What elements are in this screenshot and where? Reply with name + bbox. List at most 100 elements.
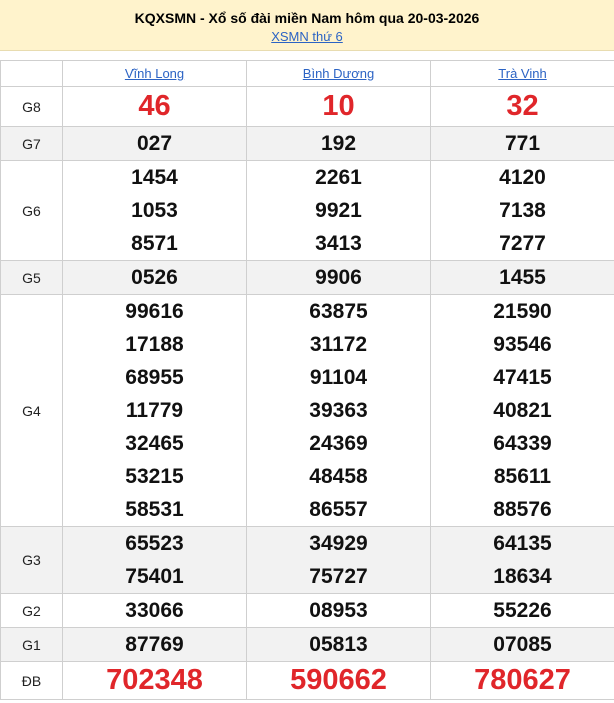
prize-label: ĐB: [0, 661, 63, 700]
province-link-tra-vinh[interactable]: Trà Vinh: [498, 66, 546, 81]
prize-number: 34929: [309, 532, 368, 555]
prize-label: G6: [0, 160, 63, 261]
prize-cell: 771: [430, 126, 614, 161]
prize-number: 53215: [125, 465, 184, 488]
prize-row-g8: G8 46 10 32: [0, 86, 614, 127]
prize-label: G7: [0, 126, 63, 161]
prize-number: 32465: [125, 432, 184, 455]
prize-cell: 63875 31172 91104 39363 24369 48458 86557: [246, 294, 431, 527]
prize-row-g2: G2 33066 08953 55226: [0, 593, 614, 628]
prize-cell: 87769: [62, 627, 247, 662]
prize-cell: 99616 17188 68955 11779 32465 53215 58531: [62, 294, 247, 527]
prize-cell: 1454 1053 8571: [62, 160, 247, 261]
prize-number: 55226: [493, 599, 552, 622]
prize-number: 05813: [309, 633, 368, 656]
prize-number: 87769: [125, 633, 184, 656]
prize-cell: 192: [246, 126, 431, 161]
prize-number: 0526: [131, 266, 178, 289]
prize-cell: 9906: [246, 260, 431, 295]
prize-number: 91104: [309, 366, 368, 389]
prize-number: 48458: [309, 465, 368, 488]
prize-number: 07085: [493, 633, 552, 656]
prize-cell: 702348: [62, 661, 247, 700]
prize-number: 7138: [499, 199, 546, 222]
prize-cell: 10: [246, 86, 431, 127]
prize-number: 75727: [309, 565, 368, 588]
prize-cell: 65523 75401: [62, 526, 247, 594]
province-header-binh-duong: Bình Dương: [246, 60, 431, 87]
prize-number: 31172: [309, 333, 368, 356]
corner-cell: [0, 60, 63, 87]
prize-number: 780627: [474, 664, 571, 696]
prize-number: 18634: [493, 565, 552, 588]
prize-row-db: ĐB 702348 590662 780627: [0, 661, 614, 700]
prize-number: 63875: [309, 300, 368, 323]
prize-number: 702348: [106, 664, 203, 696]
prize-row-g7: G7 027 192 771: [0, 126, 614, 161]
results-header: KQXSMN - Xổ số đài miền Nam hôm qua 20-0…: [0, 0, 614, 51]
prize-cell: 46: [62, 86, 247, 127]
province-header-tra-vinh: Trà Vinh: [430, 60, 614, 87]
prize-number: 8571: [131, 232, 178, 255]
prize-number: 65523: [125, 532, 184, 555]
prize-number: 93546: [493, 333, 552, 356]
prize-cell: 4120 7138 7277: [430, 160, 614, 261]
prize-row-g4: G4 99616 17188 68955 11779 32465 53215 58531 638…: [0, 294, 614, 527]
prize-number: 192: [320, 132, 357, 155]
prize-row-g3: G3 65523 75401 34929 75727 64135 18634: [0, 526, 614, 594]
prize-number: 75401: [125, 565, 184, 588]
prize-cell: 1455: [430, 260, 614, 295]
prize-number: 7277: [499, 232, 546, 255]
prize-number: 1454: [131, 166, 178, 189]
prize-number: 21590: [493, 300, 552, 323]
prize-number: 3413: [315, 232, 362, 255]
page-title: KQXSMN - Xổ số đài miền Nam hôm qua 20-0…: [134, 10, 480, 26]
prize-cell: 64135 18634: [430, 526, 614, 594]
prize-cell: 21590 93546 47415 40821 64339 85611 88576: [430, 294, 614, 527]
prize-number: 1053: [131, 199, 178, 222]
prize-number: 47415: [493, 366, 552, 389]
prize-number: 32: [506, 90, 539, 122]
prize-label: G4: [0, 294, 63, 527]
prize-rows: G8 46 10 32 G7 027 192 771 G6 1454 1053 8571 2261 992…: [0, 86, 614, 700]
province-link-binh-duong[interactable]: Bình Dương: [303, 66, 374, 81]
prize-number: 08953: [309, 599, 368, 622]
prize-row-g6: G6 1454 1053 8571 2261 9921 3413 4120 7138 7277: [0, 160, 614, 261]
lottery-results-table: Vĩnh Long Bình Dương Trà Vinh G8 46 10 32 G7…: [0, 60, 614, 700]
prize-label: G5: [0, 260, 63, 295]
prize-number: 027: [136, 132, 173, 155]
prize-number: 33066: [125, 599, 184, 622]
prize-number: 64135: [493, 532, 552, 555]
province-header-vinh-long: Vĩnh Long: [62, 60, 247, 87]
prize-number: 1455: [499, 266, 546, 289]
prize-number: 9906: [315, 266, 362, 289]
prize-row-g5: G5 0526 9906 1455: [0, 260, 614, 295]
prize-cell: 34929 75727: [246, 526, 431, 594]
prize-label: G1: [0, 627, 63, 662]
prize-cell: 027: [62, 126, 247, 161]
xsmn-day-link[interactable]: XSMN thứ 6: [271, 28, 343, 46]
province-header-row: Vĩnh Long Bình Dương Trà Vinh: [0, 60, 614, 87]
prize-cell: 05813: [246, 627, 431, 662]
prize-number: 88576: [493, 498, 552, 521]
prize-label: G2: [0, 593, 63, 628]
prize-cell: 590662: [246, 661, 431, 700]
prize-number: 58531: [125, 498, 184, 521]
prize-number: 2261: [315, 166, 362, 189]
prize-cell: 0526: [62, 260, 247, 295]
prize-number: 86557: [309, 498, 368, 521]
prize-number: 24369: [309, 432, 368, 455]
prize-number: 17188: [125, 333, 184, 356]
prize-cell: 2261 9921 3413: [246, 160, 431, 261]
prize-cell: 08953: [246, 593, 431, 628]
prize-number: 771: [504, 132, 541, 155]
prize-label: G3: [0, 526, 63, 594]
prize-number: 4120: [499, 166, 546, 189]
prize-number: 85611: [493, 465, 552, 488]
prize-row-g1: G1 87769 05813 07085: [0, 627, 614, 662]
prize-number: 40821: [493, 399, 552, 422]
prize-number: 11779: [125, 399, 184, 422]
province-link-vinh-long[interactable]: Vĩnh Long: [125, 66, 184, 81]
prize-label: G8: [0, 86, 63, 127]
prize-number: 9921: [315, 199, 362, 222]
